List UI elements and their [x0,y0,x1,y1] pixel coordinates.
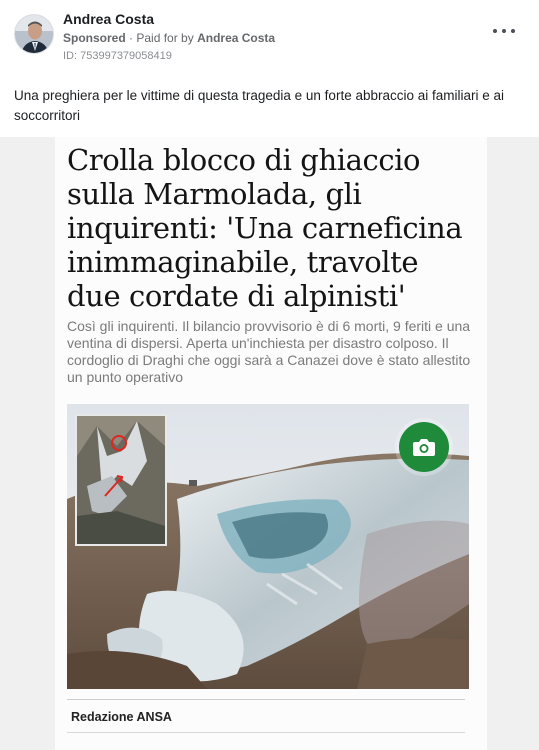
ad-id: ID: 753997379058419 [63,50,172,62]
post-media[interactable]: Crolla blocco di ghiaccio sulla Marmolad… [0,137,539,750]
more-options-button[interactable] [493,24,515,38]
article-screenshot: Crolla blocco di ghiaccio sulla Marmolad… [55,137,487,750]
post-caption: Una preghiera per le vittime di questa t… [14,88,505,123]
sponsored-post: Andrea Costa Sponsored · Paid for by And… [0,0,539,750]
meta-separator: · [129,31,134,45]
article-lede: Così gli inquirenti. Il bilancio provvis… [67,318,471,385]
article-headline: Crolla blocco di ghiaccio sulla Marmolad… [67,143,463,313]
byline-divider-bottom [67,732,465,733]
author-avatar[interactable] [14,14,54,54]
camera-icon [413,439,435,456]
mountain-inset-image [77,416,165,544]
more-horizontal-icon [493,29,497,33]
post-header: Andrea Costa Sponsored · Paid for by And… [0,0,539,72]
map-inset [75,414,167,546]
sponsored-label: Sponsored [63,31,126,45]
camera-button[interactable] [399,422,449,472]
article-photo [67,404,469,689]
post-meta: Sponsored · Paid for by Andrea Costa [63,31,275,45]
more-horizontal-icon [511,29,515,33]
author-name[interactable]: Andrea Costa [63,11,154,27]
paid-for-name[interactable]: Andrea Costa [197,31,275,45]
more-horizontal-icon [502,29,506,33]
byline-divider [67,699,465,700]
paid-for-prefix: Paid for by [136,31,194,45]
article-byline: Redazione ANSA [71,710,172,724]
